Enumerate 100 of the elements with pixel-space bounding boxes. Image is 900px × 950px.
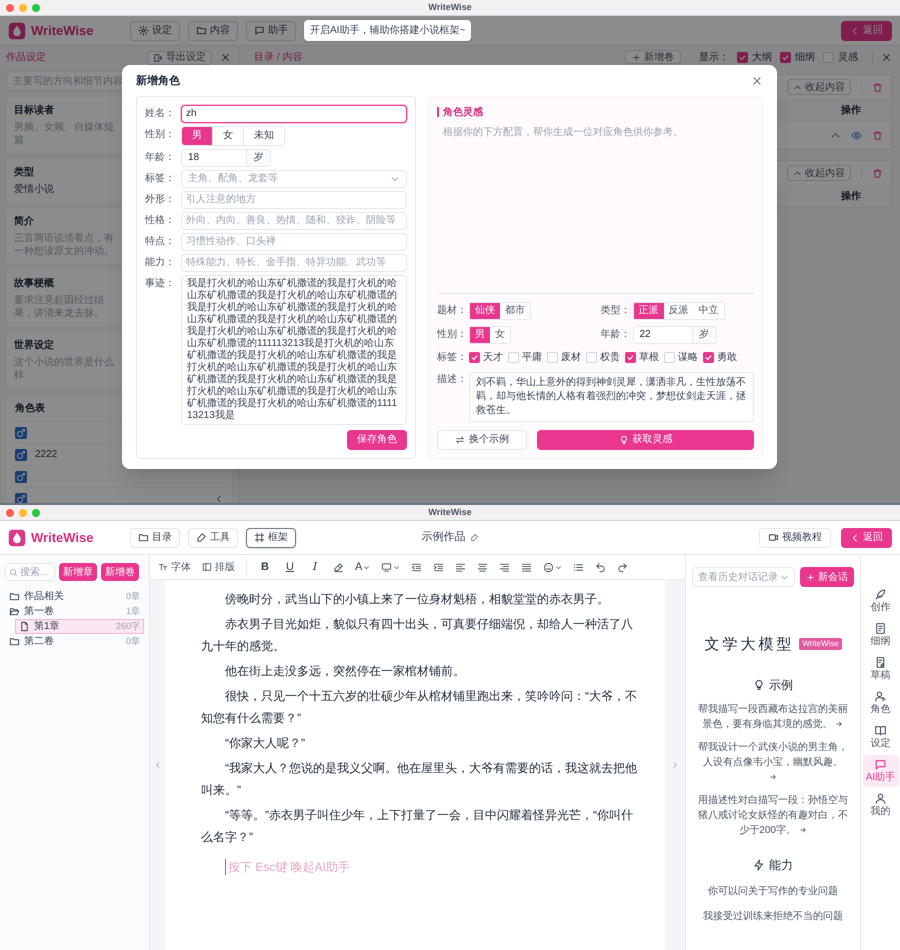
toggle-option[interactable]: 灵感 <box>823 50 858 64</box>
segment-option[interactable]: 男 <box>182 126 212 144</box>
tag-option[interactable]: 谋略 <box>664 350 698 365</box>
tag-option[interactable]: 勇敢 <box>703 350 737 365</box>
align-center-icon[interactable] <box>477 562 488 572</box>
tree-item[interactable]: 第二卷 0章 <box>5 634 144 649</box>
toggle-option[interactable]: 细纲 <box>780 50 815 64</box>
new-chapter-button[interactable]: 新增章 <box>59 563 97 581</box>
new-volume-button[interactable]: 新增卷 <box>101 563 139 581</box>
logo-icon <box>8 22 26 40</box>
text-field[interactable]: zh <box>181 104 407 122</box>
text-area[interactable]: 我是打火机的哈山东矿机撒谎的我是打火机的哈山东矿机撒谎的我是打火机的哈山东矿机撒谎的我是打火机的哈山东矿机撒谎的我是打火机的哈山东矿机撒谎的我是打火机的哈山东矿机撒谎的我是打火机的哈山东矿机撒谎的我是打火机的哈山东矿机撒谎的111113213我是打火机的哈山东矿机撒谎的我是打火机的哈山东矿机撒谎的我是打火机的哈山东矿机撒谎的我是打火机的哈山东矿机撒谎的我是打火机的哈山东矿机撒谎的我是打火机的哈山东矿机撒谎的我是打火机的哈山东矿机撒谎的我是打火机的哈山东矿机撒谎的111113213我是 <box>181 274 407 424</box>
font-color-button[interactable]: A <box>355 558 370 576</box>
tooltip: 开启AI助手，辅助你搭建小说框架~ <box>304 20 472 41</box>
close-icon[interactable] <box>220 52 231 63</box>
checkbox[interactable] <box>780 52 791 62</box>
outdent-icon[interactable] <box>411 562 422 572</box>
indent-icon[interactable] <box>433 562 444 572</box>
video-tutorial-button[interactable]: 视频教程 <box>759 528 831 548</box>
tag-option[interactable]: 废材 <box>547 350 581 365</box>
rail-button[interactable]: 创作 <box>862 585 898 617</box>
caret-icon <box>363 564 370 570</box>
chip-option[interactable]: 仙侠 <box>470 302 500 318</box>
toggle-option[interactable]: 大纲 <box>737 50 772 64</box>
checkbox[interactable] <box>737 52 748 62</box>
close-icon[interactable] <box>751 75 763 88</box>
text-area[interactable]: 刘不羁，华山上意外的得到神剑灵犀，潇洒非凡，生性放荡不羁，却与他长情的人格有着强烈的冲突，梦想仗剑走天涯，拯救苍生。 <box>469 372 754 422</box>
justify-icon[interactable] <box>521 562 532 572</box>
example-prompt[interactable]: 用描述性对白描写一段：孙悟空与猪八戒讨论女妖怪的有趣对白，不少于200字。 <box>698 792 848 838</box>
format-button[interactable]: U <box>283 558 297 576</box>
nav-button[interactable]: 工具 <box>188 528 238 548</box>
nav-button[interactable]: 目录 <box>130 528 180 548</box>
column-header: 操作 <box>840 104 862 118</box>
toolbar-button[interactable]: 字体 <box>158 560 191 574</box>
toolbar-button[interactable]: 排版 <box>202 560 235 574</box>
switch-example-button[interactable]: 换个示例 <box>437 430 527 450</box>
eye-icon[interactable] <box>851 130 862 141</box>
tree-item[interactable]: 作品相关 0章 <box>5 589 144 604</box>
checkbox[interactable] <box>469 352 480 363</box>
example-prompt[interactable]: 帮我设计一个武侠小说的男主角，人设有点像韦小宝，幽默风趣。 <box>698 740 848 784</box>
chat-icon <box>254 25 265 36</box>
nav-button[interactable]: 设定 <box>130 20 180 40</box>
segment-option[interactable]: 未知 <box>243 126 284 144</box>
chip-option[interactable]: 女 <box>490 326 510 342</box>
align-right-icon[interactable] <box>499 562 510 572</box>
trash-icon[interactable] <box>872 82 883 92</box>
section-label: 世界设定 <box>14 338 54 353</box>
back-button[interactable]: 返回 <box>841 528 892 548</box>
generate-button[interactable]: 获取灵感 <box>537 430 754 450</box>
nav-button[interactable]: 助手 <box>246 20 296 40</box>
new-chat-button[interactable]: 新会话 <box>800 567 854 587</box>
rail-button[interactable]: 细纲 <box>862 619 898 651</box>
checkbox[interactable] <box>625 352 636 363</box>
format-button[interactable]: B <box>258 558 272 576</box>
tag-option[interactable]: 权贵 <box>586 350 620 365</box>
collapse-button[interactable]: 收起内容 <box>787 165 851 181</box>
chip-option[interactable]: 反派 <box>664 302 694 318</box>
chip-option[interactable]: 都市 <box>500 302 530 318</box>
eraser-icon[interactable] <box>333 562 344 572</box>
tree-item[interactable]: 第一卷 1章 <box>5 604 144 619</box>
export-button[interactable]: 导出设定 <box>147 50 212 64</box>
example-prompt[interactable]: 帮我描写一段西藏布达拉宫的美丽景色，要有身临其境的感觉。 <box>698 702 848 732</box>
close-icon[interactable] <box>881 52 892 62</box>
chevron-right-icon[interactable] <box>671 761 679 769</box>
rail-button[interactable]: 角色 <box>862 687 898 719</box>
save-button[interactable]: 保存角色 <box>347 430 407 450</box>
list-icon[interactable] <box>573 562 584 572</box>
chevron-left-icon[interactable] <box>154 761 162 769</box>
chip-option[interactable]: 正派 <box>634 302 664 318</box>
add-volume-button[interactable]: 新增卷 <box>625 50 681 64</box>
number-field[interactable]: 22 <box>632 326 692 344</box>
chip-option[interactable]: 男 <box>470 326 490 342</box>
rail-button[interactable]: 草稿 <box>862 653 898 685</box>
section-heading: 能力 <box>769 856 793 874</box>
pencil-icon[interactable] <box>470 533 478 542</box>
rail-button[interactable]: 我的 <box>862 789 898 821</box>
tag-option[interactable]: 草根 <box>625 350 659 365</box>
align-left-icon[interactable] <box>455 562 466 572</box>
tag-option[interactable]: 平庸 <box>508 350 542 365</box>
chip-option[interactable]: 中立 <box>694 302 724 318</box>
field-label: 年龄： <box>145 150 176 164</box>
nav-button[interactable]: 框架 <box>246 528 296 548</box>
tree-item[interactable]: 第1章 260字 <box>15 619 144 634</box>
format-button[interactable]: I <box>308 558 322 576</box>
redo-icon[interactable] <box>617 562 628 572</box>
arrow-right-icon <box>769 772 777 781</box>
tag-option[interactable]: 天才 <box>469 350 503 365</box>
trash-icon[interactable] <box>872 168 883 178</box>
highlight-button[interactable] <box>381 562 400 572</box>
number-field[interactable]: 18 <box>181 148 247 166</box>
search-icon <box>9 568 18 576</box>
collapse-button[interactable]: 收起内容 <box>787 79 851 95</box>
undo-icon[interactable] <box>595 562 606 572</box>
trash-icon[interactable] <box>872 130 883 141</box>
field-label: 题材： <box>437 304 467 318</box>
emoji-button[interactable] <box>543 562 562 572</box>
nav-button[interactable]: 内容 <box>188 20 238 40</box>
paragraph: 赤衣男子目光如炬，貌似只有四十出头，可真要仔细端倪，却给人一种活了八九十年的感觉。 <box>201 616 634 655</box>
rail-button[interactable]: 设定 <box>862 721 898 753</box>
checkbox[interactable] <box>703 352 714 363</box>
